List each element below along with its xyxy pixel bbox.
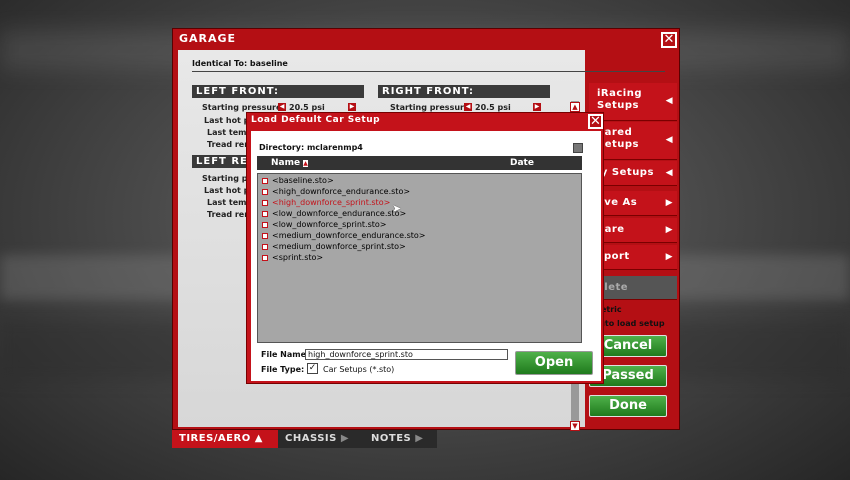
file-name: <high_downforce_endurance.sto> xyxy=(272,187,411,196)
chevron-right-icon: ▶ xyxy=(665,252,673,262)
done-button[interactable]: Done xyxy=(589,395,667,417)
increase-arrow-icon[interactable]: ▶ xyxy=(533,103,541,111)
file-list[interactable]: <baseline.sto> <high_downforce_endurance… xyxy=(257,173,582,343)
list-item-selected[interactable]: <high_downforce_sprint.sto> xyxy=(262,198,390,207)
right-front-header: RIGHT FRONT: xyxy=(378,85,550,98)
dialog-body: Directory: mclarenmp4 Name ▲ Date <basel… xyxy=(251,131,601,381)
file-type-checkbox[interactable]: ✓ xyxy=(307,363,318,374)
file-name: <medium_downforce_endurance.sto> xyxy=(272,231,426,240)
side-label: iRacing Setups xyxy=(597,88,643,111)
file-icon xyxy=(262,232,268,239)
file-icon xyxy=(262,254,268,261)
list-item[interactable]: <baseline.sto> xyxy=(262,176,334,185)
close-icon[interactable]: ✕ xyxy=(588,114,603,129)
row-label: Starting pressure: xyxy=(390,103,473,112)
list-item[interactable]: <low_downforce_endurance.sto> xyxy=(262,209,406,218)
tab-bar: TIRES/AERO ▲ CHASSIS ▶ NOTES ▶ xyxy=(172,430,437,448)
tab-notes[interactable]: NOTES ▶ xyxy=(364,430,437,448)
folder-up-icon[interactable] xyxy=(573,143,583,153)
scroll-down-icon[interactable]: ▼ xyxy=(570,421,580,431)
chevron-left-icon: ◀ xyxy=(665,168,673,178)
decrease-arrow-icon[interactable]: ◀ xyxy=(278,103,286,111)
dialog-title: Load Default Car Setup xyxy=(251,115,381,125)
column-name[interactable]: Name ▲ xyxy=(271,156,308,171)
file-name-input[interactable]: high_downforce_sprint.sto xyxy=(305,349,508,360)
left-front-pressure-value: 20.5 psi xyxy=(289,103,325,112)
file-name: <low_downforce_sprint.sto> xyxy=(272,220,387,229)
list-item[interactable]: <medium_downforce_sprint.sto> xyxy=(262,242,406,251)
directory-label: Directory: mclarenmp4 xyxy=(259,143,363,152)
file-name: <low_downforce_endurance.sto> xyxy=(272,209,407,218)
column-date[interactable]: Date xyxy=(510,156,534,170)
chevron-left-icon: ◀ xyxy=(665,96,673,106)
tab-chassis[interactable]: CHASSIS ▶ xyxy=(278,430,364,448)
chevron-right-icon: ▶ xyxy=(665,225,673,235)
tab-label: NOTES xyxy=(371,433,412,444)
left-front-header: LEFT FRONT: xyxy=(192,85,364,98)
file-type-label: File Type: xyxy=(261,365,305,374)
list-item[interactable]: <sprint.sto> xyxy=(262,253,323,262)
chevron-right-icon: ▶ xyxy=(665,198,673,208)
decrease-arrow-icon[interactable]: ◀ xyxy=(464,103,472,111)
chevron-right-icon: ▶ xyxy=(415,433,424,444)
file-name: <high_downforce_sprint.sto> xyxy=(272,198,391,207)
file-icon xyxy=(262,221,268,228)
column-name-label: Name xyxy=(271,158,301,168)
file-type-value: Car Setups (*.sto) xyxy=(323,365,395,374)
tab-label: CHASSIS xyxy=(285,433,337,444)
load-setup-dialog: Load Default Car Setup ✕ Directory: mcla… xyxy=(246,112,604,384)
mouse-cursor-icon: ➤ xyxy=(392,202,402,215)
chevron-right-icon: ▶ xyxy=(340,433,350,444)
identical-to-label: Identical To: baseline xyxy=(192,59,288,68)
row-label: Starting pressure: xyxy=(202,103,285,112)
list-item[interactable]: <medium_downforce_endurance.sto> xyxy=(262,231,425,240)
list-item[interactable]: <low_downforce_sprint.sto> xyxy=(262,220,387,229)
file-icon xyxy=(262,177,268,184)
sort-icon: ▲ xyxy=(303,160,308,167)
file-icon xyxy=(262,243,268,250)
divider xyxy=(192,71,665,72)
file-icon xyxy=(262,199,268,206)
file-list-header: Name ▲ Date xyxy=(257,156,582,170)
side-label: hared Setups xyxy=(597,127,639,150)
file-name-label: File Name: xyxy=(261,350,310,359)
tab-label: TIRES/AERO xyxy=(179,433,251,444)
file-name: <sprint.sto> xyxy=(272,253,324,262)
tab-tires-aero[interactable]: TIRES/AERO ▲ xyxy=(172,430,278,448)
side-label: ly Setups xyxy=(597,167,654,178)
right-front-pressure-value: 20.5 psi xyxy=(475,103,511,112)
chevron-left-icon: ◀ xyxy=(665,135,673,145)
list-item[interactable]: <high_downforce_endurance.sto> xyxy=(262,187,410,196)
scroll-up-icon[interactable]: ▲ xyxy=(570,102,580,112)
file-icon xyxy=(262,210,268,217)
file-name: <baseline.sto> xyxy=(272,176,334,185)
triangle-up-icon: ▲ xyxy=(254,433,263,444)
increase-arrow-icon[interactable]: ▶ xyxy=(348,103,356,111)
file-name: <medium_downforce_sprint.sto> xyxy=(272,242,406,251)
close-icon[interactable]: ✕ xyxy=(661,32,677,48)
garage-title: GARAGE xyxy=(179,32,237,45)
file-icon xyxy=(262,188,268,195)
row-label: Starting pr xyxy=(202,174,252,183)
open-button[interactable]: Open xyxy=(515,351,593,375)
